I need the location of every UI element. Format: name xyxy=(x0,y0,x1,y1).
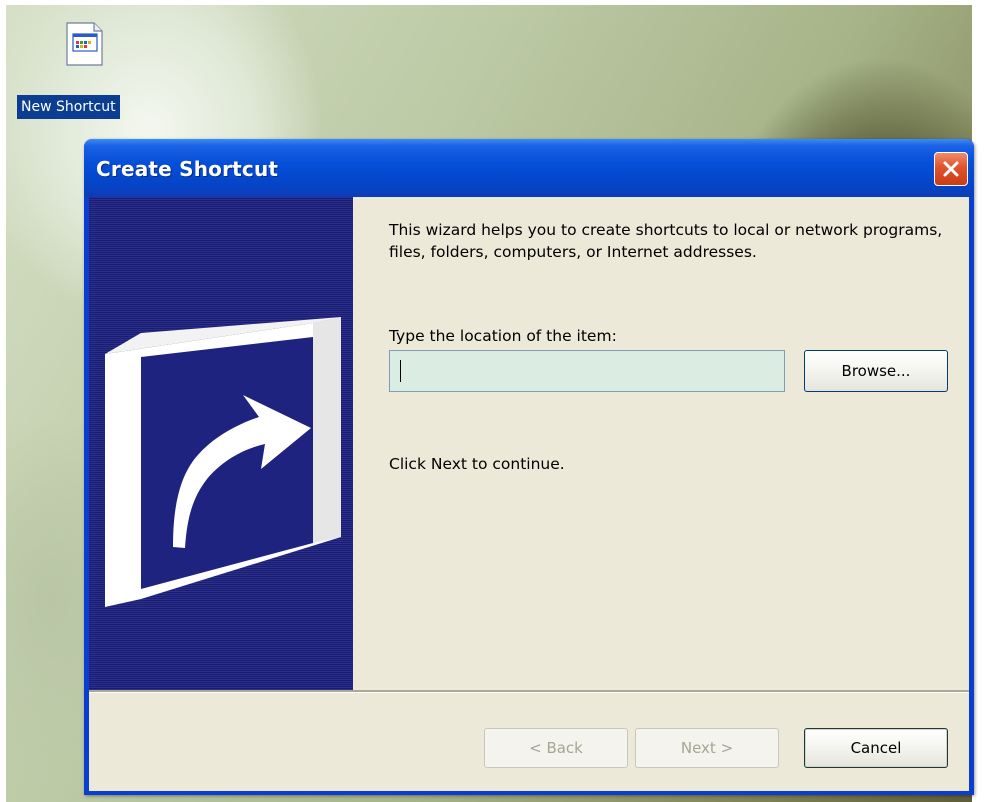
close-button[interactable] xyxy=(934,152,968,186)
text-caret xyxy=(400,360,401,382)
browse-button[interactable]: Browse... xyxy=(804,350,948,392)
shortcut-arrow-icon xyxy=(105,317,341,607)
screen-edge-left xyxy=(0,0,6,802)
screen-edge-top xyxy=(0,0,986,5)
create-shortcut-dialog: Create Shortcut This wizard helps you to… xyxy=(84,139,974,795)
continue-hint: Click Next to continue. xyxy=(389,455,565,473)
back-button[interactable]: < Back xyxy=(484,728,628,768)
cancel-button[interactable]: Cancel xyxy=(804,728,948,768)
wizard-content: This wizard helps you to create shortcut… xyxy=(353,197,969,690)
button-area-divider xyxy=(89,690,969,693)
desktop-icon-label: New Shortcut xyxy=(17,95,120,119)
dialog-body: This wizard helps you to create shortcut… xyxy=(89,197,969,791)
title-bar[interactable]: Create Shortcut xyxy=(84,139,974,197)
shortcut-file-icon xyxy=(64,22,104,66)
location-input[interactable] xyxy=(389,350,785,392)
wizard-banner xyxy=(89,197,353,690)
desktop-icon-new-shortcut[interactable]: New Shortcut xyxy=(14,22,156,126)
next-button[interactable]: Next > xyxy=(635,728,779,768)
location-label: Type the location of the item: xyxy=(389,327,617,345)
screen-edge-right xyxy=(972,0,986,802)
close-icon xyxy=(943,161,959,177)
window-title: Create Shortcut xyxy=(96,157,279,181)
wizard-description: This wizard helps you to create shortcut… xyxy=(389,221,943,261)
